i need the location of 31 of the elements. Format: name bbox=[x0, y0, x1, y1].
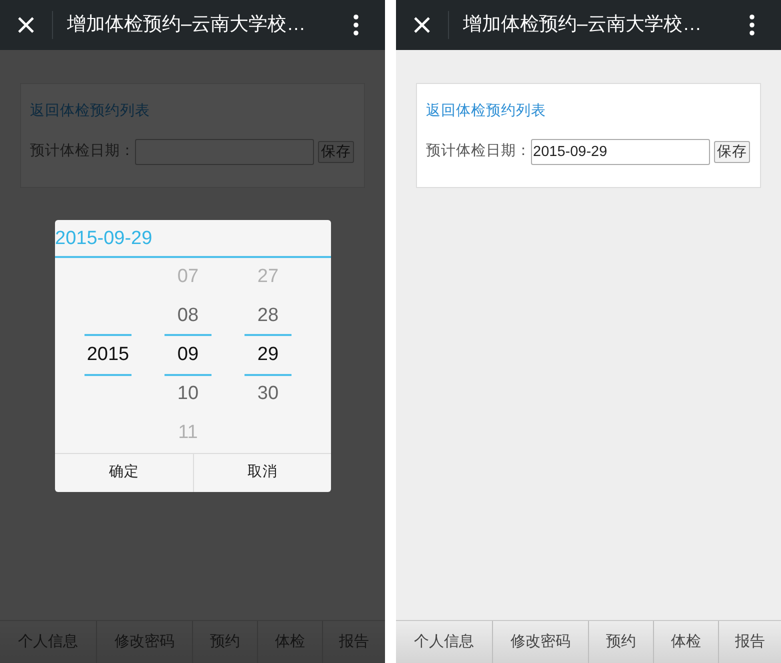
picker-value[interactable]: 29 bbox=[257, 341, 279, 370]
picker-value[interactable]: 2015 bbox=[86, 341, 130, 370]
date-field[interactable]: 2015-09-29 bbox=[531, 138, 710, 165]
dialog-button[interactable]: 确定 bbox=[55, 454, 194, 492]
tab-item[interactable]: 预约 bbox=[589, 621, 654, 663]
date-label: 预计体检日期： bbox=[426, 142, 531, 161]
picker-value[interactable]: 09 bbox=[177, 341, 199, 370]
window-title: 增加体检预约–云南大学校… bbox=[67, 12, 306, 37]
back-link[interactable]: 返回体检预约列表 bbox=[426, 101, 751, 123]
window-title: 增加体检预约–云南大学校… bbox=[463, 12, 702, 37]
picker-value[interactable]: 08 bbox=[177, 302, 199, 331]
tab-item[interactable]: 修改密码 bbox=[493, 621, 589, 663]
selection-line bbox=[84, 334, 132, 336]
picker-value[interactable]: 30 bbox=[257, 380, 279, 409]
tab-item[interactable]: 报告 bbox=[719, 621, 781, 663]
picker-value[interactable]: 10 bbox=[177, 380, 199, 409]
picker-header: 2015-09-29 bbox=[55, 228, 152, 248]
selection-line bbox=[244, 374, 292, 376]
more-icon[interactable] bbox=[353, 14, 359, 36]
more-icon[interactable] bbox=[749, 14, 755, 36]
selection-line bbox=[84, 374, 132, 376]
dialog-button[interactable]: 取消 bbox=[194, 454, 331, 492]
close-icon[interactable] bbox=[16, 15, 36, 35]
picker-value[interactable]: 28 bbox=[257, 302, 279, 331]
selection-line bbox=[164, 334, 212, 336]
tab-item[interactable]: 体检 bbox=[654, 621, 719, 663]
close-icon[interactable] bbox=[412, 15, 432, 35]
save-button[interactable]: 保存 bbox=[714, 140, 750, 163]
selection-line bbox=[164, 374, 212, 376]
tab-item[interactable]: 个人信息 bbox=[396, 621, 493, 663]
selection-line bbox=[244, 334, 292, 336]
